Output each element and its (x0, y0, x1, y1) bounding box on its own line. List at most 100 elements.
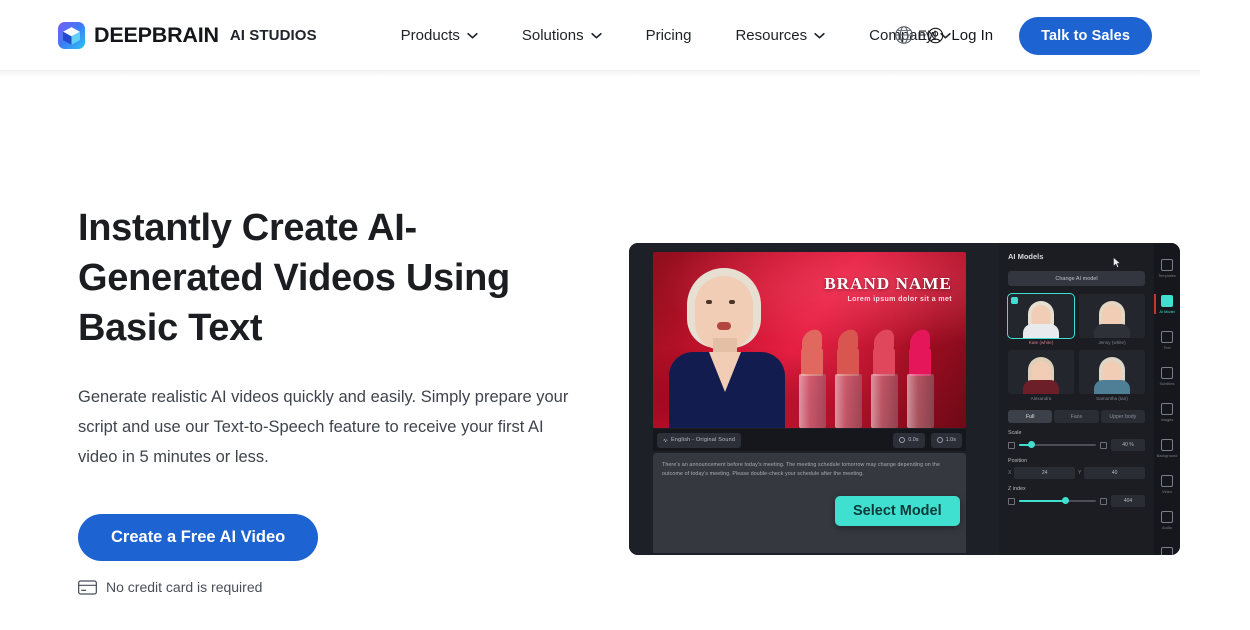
chevron-down-icon (467, 32, 478, 39)
header-shadow (0, 71, 1200, 77)
ai-model-thumbnail (1079, 294, 1145, 338)
main-nav: Products Solutions Pricing Resources Com… (379, 21, 974, 50)
chevron-down-icon (814, 32, 825, 39)
rail-label: Audio (1162, 524, 1172, 530)
ai-model-card-1[interactable]: Kate (white) (1007, 293, 1075, 345)
position-y-input[interactable]: 40 (1084, 467, 1145, 479)
nav-label: Products (400, 26, 460, 44)
position-y-axis-label: Y (1078, 470, 1082, 476)
nav-label: Resources (735, 26, 808, 44)
ai-model-card-4[interactable]: Samantha (tan) (1079, 350, 1145, 401)
ai-model-thumbnail (1007, 293, 1075, 339)
rail-label: Background (1156, 452, 1178, 458)
tab-full[interactable]: Full (1008, 410, 1053, 423)
ai-model-icon (1161, 294, 1173, 307)
rail-label: Subtitles (1159, 380, 1175, 386)
position-x-axis-label: X (1008, 470, 1012, 476)
templates-icon (1161, 258, 1173, 271)
nav-label: Solutions (521, 26, 584, 44)
model-crop-tabs: Full Face Upper body (1008, 410, 1145, 423)
rail-label: Text (1163, 344, 1171, 350)
tab-face[interactable]: Face (1054, 410, 1099, 423)
rail-item-background[interactable]: Background (1154, 430, 1180, 466)
ai-model-thumbnail (1079, 350, 1145, 394)
rail-item-ai-model[interactable]: AI Model (1154, 286, 1180, 322)
duration-chip[interactable]: 1.0s (930, 432, 962, 448)
login-label: Log In (951, 27, 994, 44)
rail-label: Video (1162, 488, 1172, 494)
lipstick-product-images (793, 320, 958, 428)
credit-card-icon (78, 579, 97, 595)
language-selector[interactable]: EN (893, 24, 937, 46)
text-icon (1161, 330, 1173, 343)
page-scrollbar[interactable] (1200, 0, 1250, 630)
rail-label: Templates (1158, 272, 1176, 278)
layers-icon[interactable] (1008, 497, 1015, 505)
language-label: EN (918, 27, 937, 43)
background-icon (1161, 438, 1173, 451)
page-root: DEEPBRAIN AI STUDIOS Products Solutions … (0, 0, 1250, 630)
video-icon (1161, 474, 1173, 487)
site-header: DEEPBRAIN AI STUDIOS Products Solutions … (0, 0, 1200, 71)
position-label: Position (1008, 458, 1028, 464)
ai-model-name: Alexandra (1030, 396, 1052, 401)
hero-description: Generate realistic AI videos quickly and… (78, 388, 569, 466)
rail-label: Images (1160, 416, 1174, 422)
change-ai-model-button[interactable]: Change AI model (1008, 271, 1145, 286)
ai-model-name: Kate (white) (1028, 340, 1054, 345)
scale-label: Scale (1008, 430, 1022, 436)
z-index-slider[interactable] (1019, 497, 1096, 504)
editor-tool-rail: Templates AI Model Text Subtitles Images (1154, 243, 1180, 555)
scale-slider-row: 40 % (1008, 439, 1145, 451)
stage-control-bar: English - Original Sound 0.0s 1.0s (653, 429, 966, 451)
talk-to-sales-button[interactable]: Talk to Sales (1019, 16, 1152, 55)
tab-upper-body[interactable]: Upper body (1100, 410, 1145, 423)
voice-language-chip[interactable]: English - Original Sound (657, 432, 742, 448)
ai-model-card-3[interactable]: Alexandra (1008, 350, 1074, 401)
ai-model-name: Samantha (tan) (1096, 396, 1128, 401)
start-time-chip[interactable]: 0.0s (893, 432, 925, 448)
nav-item-pricing[interactable]: Pricing (624, 21, 714, 50)
panel-title: AI Models (1008, 252, 1044, 261)
scale-value[interactable]: 40 % (1111, 439, 1145, 451)
brand-name: DEEPBRAIN (94, 22, 219, 47)
cube-logo-icon (58, 21, 85, 49)
brand-logo[interactable]: DEEPBRAIN AI STUDIOS (58, 21, 317, 49)
nav-item-solutions[interactable]: Solutions (500, 21, 624, 50)
reset-icon[interactable] (1100, 497, 1107, 505)
nav-item-products[interactable]: Products (379, 21, 500, 50)
reset-icon[interactable] (1100, 441, 1107, 449)
rail-item-text[interactable]: Text (1154, 322, 1180, 358)
globe-icon (895, 26, 913, 44)
rail-item-templates[interactable]: Templates (1154, 250, 1180, 286)
ai-model-card-2[interactable]: Jenny (white) (1079, 294, 1145, 345)
rail-item-shapes[interactable]: Shapes (1154, 538, 1180, 555)
subtitles-icon (1161, 366, 1173, 379)
rail-item-video[interactable]: Video (1154, 466, 1180, 502)
header-actions: Log In Talk to Sales (927, 0, 1200, 71)
start-time-label: 0.0s (908, 437, 919, 443)
z-index-label: Z index (1008, 486, 1026, 492)
ai-model-name: Jenny (white) (1098, 340, 1126, 345)
shapes-icon (1161, 546, 1173, 555)
stage-brand-title: BRAND NAME (824, 274, 952, 293)
no-credit-card-note: No credit card is required (78, 579, 598, 595)
z-index-value[interactable]: 404 (1111, 495, 1145, 507)
no-credit-card-label: No credit card is required (106, 579, 263, 595)
position-x-input[interactable]: 24 (1014, 467, 1075, 479)
video-preview-stage[interactable]: BRAND NAME Lorem ipsum dolor sit a met (653, 252, 966, 428)
login-link[interactable]: Log In (927, 27, 993, 44)
page-title: Instantly Create AI-Generated Videos Usi… (78, 207, 510, 349)
rail-item-audio[interactable]: Audio (1154, 502, 1180, 538)
nav-item-resources[interactable]: Resources (713, 21, 847, 50)
scale-slider[interactable] (1019, 441, 1096, 448)
select-model-button[interactable]: Select Model (835, 496, 960, 526)
rail-item-images[interactable]: Images (1154, 394, 1180, 430)
clock-icon (899, 437, 906, 443)
chevron-down-icon (590, 32, 602, 39)
create-free-ai-video-button[interactable]: Create a Free AI Video (78, 514, 319, 561)
wave-icon (663, 437, 668, 443)
lock-ratio-icon[interactable] (1008, 441, 1015, 449)
duration-label: 1.0s (945, 437, 956, 443)
rail-item-subtitles[interactable]: Subtitles (1154, 358, 1180, 394)
